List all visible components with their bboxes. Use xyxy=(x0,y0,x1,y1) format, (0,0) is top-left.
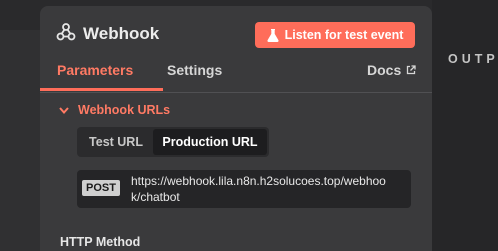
webhook-icon xyxy=(56,23,76,41)
webhook-url-text[interactable]: https://webhook.lila.n8n.h2solucoes.top/… xyxy=(131,173,411,205)
tab-settings[interactable]: Settings xyxy=(167,62,222,78)
tab-parameters[interactable]: Parameters xyxy=(57,62,133,78)
http-method-label: HTTP Method xyxy=(60,235,141,249)
listen-button-label: Listen for test event xyxy=(284,28,404,42)
tab-test-url[interactable]: Test URL xyxy=(79,129,153,155)
listen-for-test-event-button[interactable]: Listen for test event xyxy=(255,22,415,48)
flask-icon xyxy=(267,28,279,42)
panel-header: Webhook Listen for test event xyxy=(40,6,432,62)
external-link-icon xyxy=(407,65,416,75)
docs-link-label: Docs xyxy=(367,62,402,78)
node-title[interactable]: Webhook xyxy=(83,24,159,44)
chevron-down-icon xyxy=(59,106,69,114)
webhook-url-line-1: https://webhook.lila.n8n.h2solucoes.top/… xyxy=(131,174,386,188)
webhook-urls-title: Webhook URLs xyxy=(78,103,171,117)
output-pane xyxy=(432,0,498,251)
active-tab-indicator xyxy=(40,88,163,91)
tabs-divider xyxy=(40,92,432,93)
webhook-urls-toggle[interactable]: Webhook URLs xyxy=(59,103,170,117)
docs-link[interactable]: Docs xyxy=(367,62,416,78)
webhook-url-line-2: k/chatbot xyxy=(131,190,180,204)
output-pane-title: OUTP xyxy=(448,52,498,66)
webhook-url-display[interactable]: POST https://webhook.lila.n8n.h2solucoes… xyxy=(77,170,411,208)
url-type-switch: Test URL Production URL xyxy=(77,127,269,157)
left-canvas-background xyxy=(0,30,40,251)
http-method-badge: POST xyxy=(82,180,120,196)
tab-production-url[interactable]: Production URL xyxy=(153,129,267,155)
panel-tabs: Parameters Settings Docs xyxy=(40,62,432,92)
node-parameters-panel: Webhook Listen for test event Parameters… xyxy=(40,6,432,251)
